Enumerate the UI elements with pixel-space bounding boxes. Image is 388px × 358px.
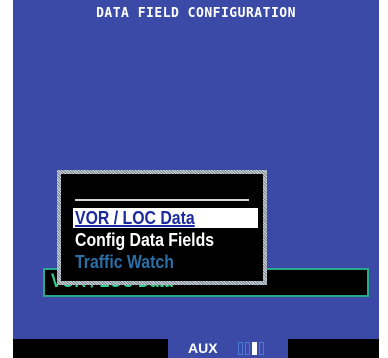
page-group-label: AUX bbox=[188, 340, 218, 356]
page-tick-1 bbox=[238, 342, 243, 355]
menu-item-traffic-watch: Traffic Watch bbox=[75, 252, 174, 272]
menu-body: VOR / LOC Data Config Data Fields Traffi… bbox=[65, 178, 259, 277]
page-indicator bbox=[238, 342, 264, 355]
menu-item-vor-loc-data[interactable]: VOR / LOC Data bbox=[75, 208, 195, 228]
page-group-indicator: AUX bbox=[168, 339, 288, 358]
page-tick-3 bbox=[252, 342, 257, 355]
menu-divider bbox=[75, 199, 249, 201]
menu-item-config-data-fields[interactable]: Config Data Fields bbox=[75, 230, 214, 250]
status-bar: AUX bbox=[13, 339, 379, 358]
page-title: DATA FIELD CONFIGURATION bbox=[96, 6, 296, 21]
page-tick-2 bbox=[245, 342, 250, 355]
mfd-screen: DATA FIELD CONFIGURATION VOR / LOC Data … bbox=[13, 0, 379, 358]
page-tick-4 bbox=[259, 342, 264, 355]
options-menu: VOR / LOC Data Config Data Fields Traffi… bbox=[57, 170, 267, 285]
